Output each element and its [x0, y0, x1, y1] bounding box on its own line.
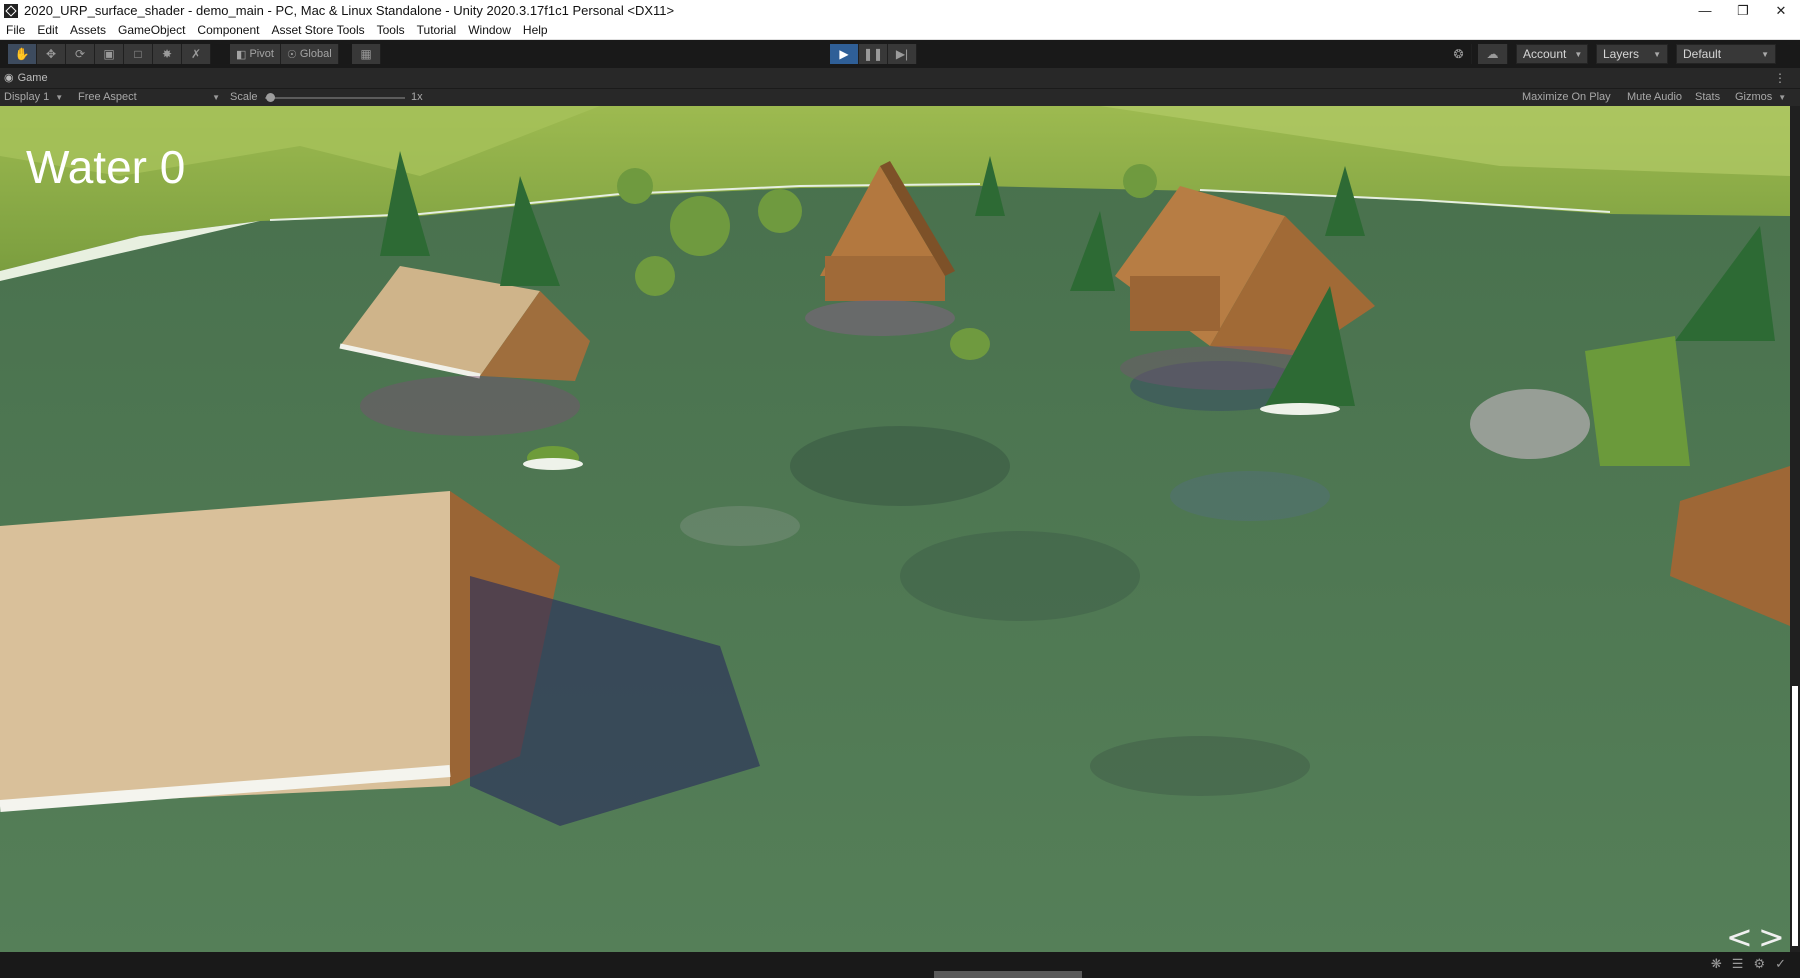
tab-game[interactable]: ◉ Game [4, 71, 48, 85]
account-dropdown[interactable]: Account ▼ [1516, 44, 1588, 64]
menu-gameobject[interactable]: GameObject [112, 23, 191, 37]
menu-window[interactable]: Window [462, 23, 517, 37]
next-arrow-icon[interactable]: > [1758, 918, 1785, 952]
unity-logo-icon [4, 3, 18, 18]
rect-tool-icon[interactable]: □ [124, 44, 153, 64]
minimize-icon[interactable]: — [1686, 0, 1724, 21]
pivot-label: Pivot [249, 48, 274, 60]
game-scene-render [0, 106, 1790, 952]
prev-arrow-icon[interactable]: < [1726, 918, 1753, 952]
scale-label: Scale [230, 91, 258, 103]
layout-dropdown[interactable]: Default ▼ [1676, 44, 1776, 64]
grid-snap: ▦ [352, 44, 381, 64]
menu-component[interactable]: Component [191, 23, 265, 37]
hand-tool-icon[interactable]: ✋ [8, 44, 37, 64]
maximize-on-play-toggle[interactable]: Maximize On Play [1522, 91, 1611, 103]
transform-tools: ✋ ✥ ⟳ ▣ □ ✸ ✗ [8, 44, 211, 64]
custom-tool-icon[interactable]: ✗ [182, 44, 211, 64]
check-circle-icon[interactable]: ✓ [1775, 956, 1786, 972]
game-controls-bar: Display 1 ▼ Free Aspect ▼ Scale 1x Maximiz… [0, 88, 1800, 106]
play-controls: ▶ ❚❚ ▶| [830, 44, 917, 64]
aspect-label: Free Aspect [78, 91, 137, 103]
pivot-icon: ◧ [236, 48, 247, 61]
bug-icon[interactable]: ❋ [1711, 956, 1722, 972]
chevron-down-icon: ▼ [1653, 49, 1661, 59]
play-icon[interactable]: ▶ [830, 44, 859, 64]
gizmos-label: Gizmos [1735, 91, 1773, 103]
scale-value: 1x [411, 91, 423, 103]
game-controller-icon: ◉ [4, 72, 14, 84]
chevron-down-icon: ▼ [55, 92, 64, 102]
pause-icon[interactable]: ❚❚ [859, 44, 888, 64]
account-label: Account [1523, 47, 1567, 61]
step-icon[interactable]: ▶| [888, 44, 917, 64]
layers-label: Layers [1603, 47, 1640, 61]
display-dropdown[interactable]: Display 1 ▼ [4, 91, 63, 103]
layers-dropdown[interactable]: Layers ▼ [1596, 44, 1668, 64]
chevron-down-icon: ▼ [212, 92, 220, 102]
chevron-down-icon: ▼ [1761, 49, 1769, 59]
scale-slider-track[interactable] [265, 97, 405, 99]
scale-slider-thumb[interactable] [266, 93, 275, 102]
chevron-down-icon: ▼ [1778, 92, 1787, 102]
vertical-scrollbar[interactable] [1790, 106, 1800, 952]
handle-toggles: ◧ Pivot ☉ Global [230, 44, 339, 64]
move-tool-icon[interactable]: ✥ [37, 44, 66, 64]
stats-toggle[interactable]: Stats [1695, 91, 1720, 103]
main-toolbar: ✋ ✥ ⟳ ▣ □ ✸ ✗ ◧ Pivot ☉ Global ▦ ▶ ❚❚ ▶|… [0, 40, 1800, 68]
scale-tool-icon[interactable]: ▣ [95, 44, 124, 64]
menu-assets[interactable]: Assets [64, 23, 112, 37]
horizontal-scrollbar[interactable] [934, 971, 1082, 978]
display-label: Display 1 [4, 91, 50, 103]
scrollbar-thumb[interactable] [1792, 686, 1798, 946]
menu-help[interactable]: Help [517, 23, 554, 37]
aspect-dropdown[interactable]: Free Aspect ▼ [78, 91, 220, 103]
layout-label: Default [1683, 47, 1722, 61]
chevron-down-icon: ▼ [1574, 49, 1583, 59]
gear-icon[interactable]: ⚙ [1753, 956, 1765, 972]
global-toggle[interactable]: ☉ Global [280, 44, 339, 64]
restore-icon[interactable]: ❐ [1724, 0, 1762, 21]
rotate-tool-icon[interactable]: ⟳ [66, 44, 95, 64]
stack-icon[interactable]: ☰ [1732, 956, 1744, 972]
game-viewport[interactable]: Water 0 < > [0, 106, 1790, 952]
gizmos-dropdown[interactable]: Gizmos ▼ [1735, 91, 1786, 103]
hud-water-label: Water 0 [26, 141, 186, 193]
game-tab-strip: ◉ Game ⋮ [0, 68, 1800, 88]
menu-edit[interactable]: Edit [31, 23, 64, 37]
collab-icon[interactable]: ❂ [1446, 44, 1472, 64]
globe-icon: ☉ [286, 48, 297, 61]
pivot-toggle[interactable]: ◧ Pivot [230, 44, 281, 64]
cloud-icon[interactable]: ☁ [1478, 44, 1508, 64]
menu-file[interactable]: File [0, 23, 31, 37]
close-icon[interactable]: ✕ [1762, 0, 1800, 21]
menu-tools[interactable]: Tools [371, 23, 411, 37]
grid-snap-icon[interactable]: ▦ [352, 44, 381, 64]
menu-tutorial[interactable]: Tutorial [411, 23, 463, 37]
window-title: 2020_URP_surface_shader - demo_main - PC… [24, 3, 675, 18]
game-tab-label: Game [17, 71, 48, 84]
menu-bar: File Edit Assets GameObject Component As… [0, 21, 1800, 40]
menu-asset-store-tools[interactable]: Asset Store Tools [265, 23, 370, 37]
window-title-bar: 2020_URP_surface_shader - demo_main - PC… [0, 0, 1800, 21]
right-toolbar: ❂ ☁ Account ▼ Layers ▼ Default ▼ [1446, 44, 1776, 64]
mute-audio-toggle[interactable]: Mute Audio [1627, 91, 1682, 103]
global-label: Global [299, 48, 332, 60]
status-bar: ❋ ☰ ⚙ ✓ [0, 952, 1800, 978]
status-icons: ❋ ☰ ⚙ ✓ [1711, 956, 1786, 972]
transform-tool-icon[interactable]: ✸ [153, 44, 182, 64]
more-options-icon[interactable]: ⋮ [1774, 71, 1786, 85]
